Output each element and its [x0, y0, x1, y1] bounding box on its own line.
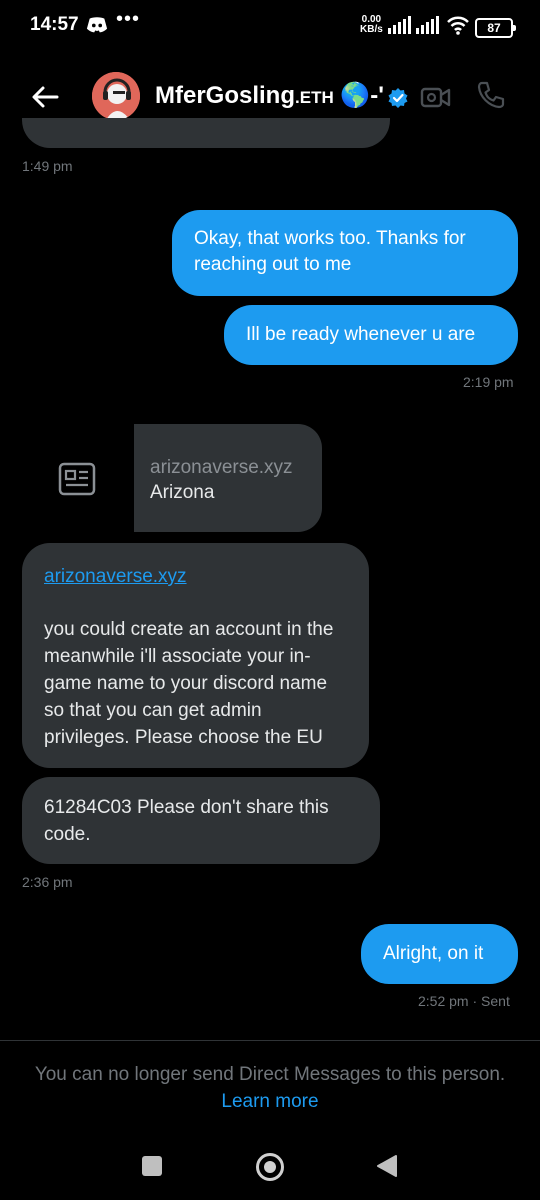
video-call-icon[interactable]: [420, 82, 452, 112]
message-link[interactable]: arizonaverse.xyz: [44, 563, 347, 590]
signal-icon: [388, 16, 411, 34]
link-preview-domain: arizonaverse.xyz: [150, 457, 293, 478]
message-text: you could create an account in the meanw…: [44, 619, 334, 748]
received-message-bubble[interactable]: arizonaverse.xyz you could create an acc…: [22, 543, 369, 768]
discord-icon: [86, 17, 108, 33]
wifi-icon: [447, 16, 469, 35]
sent-message-bubble[interactable]: Okay, that works too. Thanks for reachin…: [172, 210, 518, 296]
dm-disabled-notice: You can no longer send Direct Messages t…: [34, 1064, 506, 1085]
globe-emoji: 🌎-': [340, 82, 385, 109]
sent-message-bubble[interactable]: Ill be ready whenever u are: [224, 305, 518, 365]
sent-message-bubble[interactable]: Alright, on it: [361, 924, 518, 984]
article-icon: [58, 462, 96, 496]
contact-name[interactable]: MferGosling.ETH 🌎-': [155, 81, 384, 110]
avatar[interactable]: [92, 72, 140, 120]
message-text: Okay, that works too. Thanks for reachin…: [194, 228, 466, 275]
status-time: 14:57: [30, 14, 79, 35]
battery-indicator: 87: [475, 18, 516, 38]
system-back-button[interactable]: [376, 1154, 398, 1178]
recent-apps-button[interactable]: [142, 1156, 162, 1176]
home-button[interactable]: [256, 1153, 284, 1181]
phone-call-icon[interactable]: [476, 80, 506, 110]
message-timestamp: 2:19 pm: [463, 374, 514, 390]
message-timestamp: 2:36 pm: [22, 874, 73, 890]
back-arrow-icon[interactable]: [30, 82, 60, 112]
more-notifications-icon: •••: [116, 8, 141, 30]
status-bar: 14:57 ••• 0.00 KB/s 87: [0, 0, 540, 56]
previous-message-bubble: [22, 118, 390, 148]
message-text: 61284C03 Please don't share this code.: [44, 797, 329, 845]
message-text: Ill be ready whenever u are: [246, 324, 476, 345]
learn-more-link[interactable]: Learn more: [0, 1091, 540, 1113]
divider: [0, 1040, 540, 1041]
link-preview-title: Arizona: [150, 482, 215, 503]
message-timestamp: 1:49 pm: [22, 158, 73, 174]
verified-badge-icon: [388, 88, 408, 108]
received-message-bubble[interactable]: 61284C03 Please don't share this code.: [22, 777, 380, 864]
network-speed: 0.00 KB/s: [360, 14, 383, 35]
signal-icon-2: [416, 16, 439, 34]
message-text: Alright, on it: [383, 943, 484, 964]
message-timestamp: 2:52 pm · Sent: [418, 993, 510, 1009]
